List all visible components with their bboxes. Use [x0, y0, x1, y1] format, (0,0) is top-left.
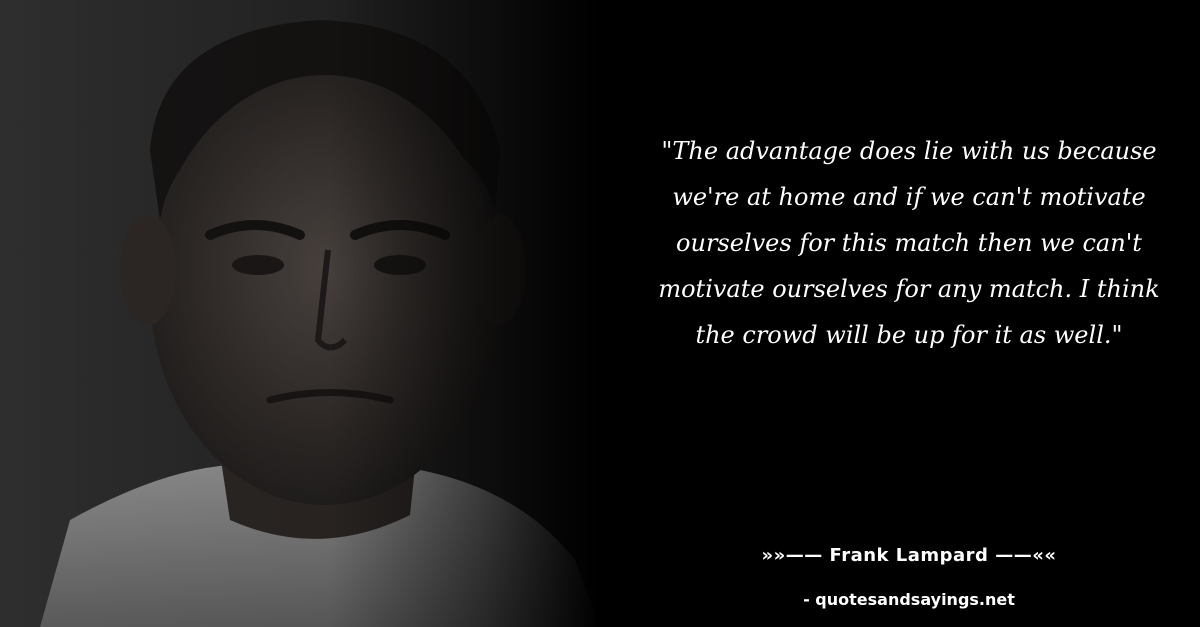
- quote-card: "The advantage does lie with us because …: [0, 0, 1200, 627]
- source-credit: - quotesandsayings.net: [803, 590, 1015, 609]
- portrait-photo: [0, 0, 600, 627]
- quote-text: "The advantage does lie with us because …: [658, 137, 1160, 349]
- photo-fade-overlay: [0, 0, 600, 627]
- author-attribution: »»—— Frank Lampard ——««: [761, 545, 1057, 566]
